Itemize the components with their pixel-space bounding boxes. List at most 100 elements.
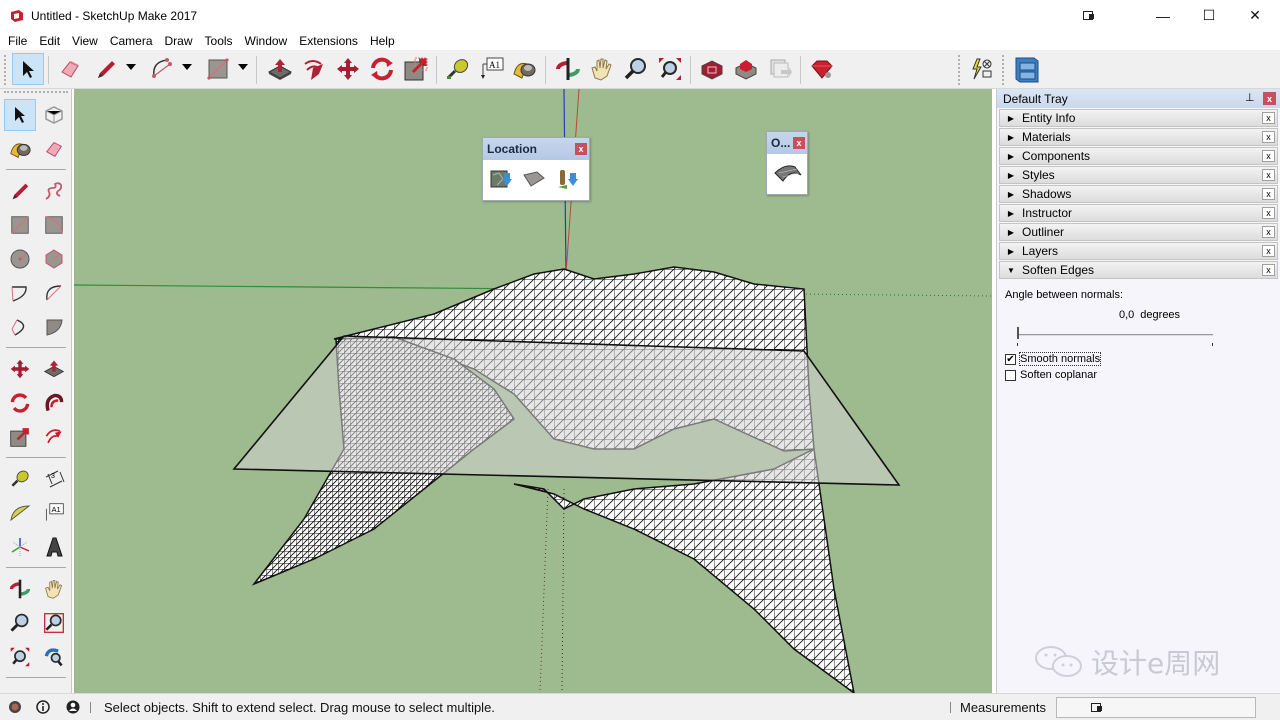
orbit-tool-button[interactable] [552, 53, 584, 85]
eraser-tool-button[interactable] [54, 53, 86, 85]
scale-tool-button[interactable] [400, 53, 432, 85]
tape-measure-tool-button[interactable] [442, 53, 474, 85]
section-close-button[interactable]: x [1262, 131, 1275, 143]
minimize-button[interactable]: — [1140, 0, 1186, 31]
smooth-normals-checkbox[interactable]: ✔ [1005, 353, 1016, 365]
angle-slider[interactable] [1017, 327, 1217, 349]
two-point-arc-button[interactable] [38, 277, 70, 309]
line-button[interactable] [4, 175, 36, 207]
orbit-button[interactable] [4, 573, 36, 605]
rectangle-tool-button[interactable] [202, 53, 234, 85]
previous-view-button[interactable] [38, 641, 70, 673]
text-tool-button[interactable]: A1 [476, 53, 508, 85]
tray-header[interactable]: Default Tray ⊥ x [997, 89, 1280, 108]
tray-section-styles[interactable]: ▶ Styles x [999, 166, 1278, 184]
menu-extensions[interactable]: Extensions [293, 34, 364, 48]
section-close-button[interactable]: x [1262, 112, 1275, 124]
tray-section-entity-info[interactable]: ▶ Entity Info x [999, 109, 1278, 127]
paint-bucket-button[interactable] [4, 133, 36, 165]
menu-help[interactable]: Help [364, 34, 401, 48]
toggle-terrain-button[interactable] [521, 167, 547, 194]
arc-tool-button[interactable] [146, 53, 178, 85]
location-toolbar-title[interactable]: Location [483, 138, 589, 160]
section-close-button[interactable]: x [1262, 226, 1275, 238]
close-window-button[interactable]: ✕ [1232, 0, 1278, 31]
section-close-button[interactable]: x [1262, 264, 1275, 276]
freehand-button[interactable] [38, 175, 70, 207]
tray-section-instructor[interactable]: ▶ Instructor x [999, 204, 1278, 222]
dimension-button[interactable]: 3 [38, 463, 70, 495]
section-close-button[interactable]: x [1262, 207, 1275, 219]
follow-me-button[interactable] [38, 387, 70, 419]
push-pull-tool-button[interactable] [264, 53, 296, 85]
rotated-rectangle-button[interactable] [38, 209, 70, 241]
pan-button[interactable] [38, 573, 70, 605]
tray-section-layers[interactable]: ▶ Layers x [999, 242, 1278, 260]
soften-coplanar-option[interactable]: Soften coplanar [1005, 367, 1272, 383]
rectangle-dropdown-icon[interactable] [238, 64, 248, 70]
three-point-arc-button[interactable] [4, 311, 36, 343]
sign-in-status-button[interactable] [64, 698, 82, 716]
pie-button[interactable] [38, 311, 70, 343]
tray-section-components[interactable]: ▶ Components x [999, 147, 1278, 165]
components-cabinet-button[interactable] [1010, 53, 1042, 85]
zoom-window-button[interactable] [38, 607, 70, 639]
push-pull-button[interactable] [38, 353, 70, 385]
arc-button[interactable] [4, 277, 36, 309]
tray-section-materials[interactable]: ▶ Materials x [999, 128, 1278, 146]
rotate-tool-button[interactable] [366, 53, 398, 85]
zoom-extents-button[interactable] [4, 641, 36, 673]
menu-window[interactable]: Window [239, 34, 294, 48]
tray-section-shadows[interactable]: ▶ Shadows x [999, 185, 1278, 203]
section-close-button[interactable]: x [1262, 245, 1275, 257]
zoom-extents-tool-button[interactable] [654, 53, 686, 85]
tray-section-outliner[interactable]: ▶ Outliner x [999, 223, 1278, 241]
paint-bucket-tool-button[interactable] [508, 53, 540, 85]
o-close-button[interactable]: x [793, 137, 805, 149]
pan-tool-button[interactable] [586, 53, 618, 85]
zoom-button[interactable] [4, 607, 36, 639]
toolbar-grip[interactable] [958, 55, 961, 85]
3d-warehouse-button[interactable] [696, 53, 728, 85]
measurements-input[interactable] [1056, 697, 1256, 718]
follow-me-tool-button[interactable] [298, 53, 330, 85]
ruby-console-button[interactable] [806, 53, 838, 85]
section-close-button[interactable]: x [1262, 188, 1275, 200]
maximize-button[interactable]: ☐ [1186, 0, 1232, 31]
tape-measure-button[interactable] [4, 463, 36, 495]
toolbar-grip[interactable] [4, 91, 68, 94]
tray-section-soften-edges[interactable]: ▼ Soften Edges x [999, 261, 1278, 279]
rectangle-button[interactable] [4, 209, 36, 241]
protractor-button[interactable] [4, 497, 36, 529]
slider-thumb[interactable] [1017, 327, 1019, 339]
send-to-layout-button[interactable] [764, 53, 796, 85]
pin-icon[interactable]: ⊥ [1245, 91, 1255, 104]
menu-tools[interactable]: Tools [199, 34, 239, 48]
pencil-dropdown-icon[interactable] [126, 64, 136, 70]
section-close-button[interactable]: x [1262, 169, 1275, 181]
toolbar-grip[interactable] [1002, 55, 1005, 85]
menu-camera[interactable]: Camera [104, 34, 159, 48]
zoom-tool-button[interactable] [620, 53, 652, 85]
arc-dropdown-icon[interactable] [182, 64, 192, 70]
smoove-button[interactable] [773, 161, 803, 188]
pencil-tool-button[interactable] [90, 53, 122, 85]
circle-button[interactable] [4, 243, 36, 275]
text-button[interactable]: A1 [38, 497, 70, 529]
rotate-button[interactable] [4, 387, 36, 419]
scale-button[interactable] [4, 421, 36, 453]
sandbox-tool-button[interactable] [966, 53, 998, 85]
extension-warehouse-button[interactable] [730, 53, 762, 85]
drawing-viewport[interactable]: Location x O... x [74, 89, 992, 693]
make-component-button[interactable] [38, 99, 70, 131]
axes-button[interactable] [4, 531, 36, 563]
tray-close-button[interactable]: x [1263, 92, 1276, 105]
offset-button[interactable] [38, 421, 70, 453]
menu-file[interactable]: File [2, 34, 33, 48]
move-button[interactable] [4, 353, 36, 385]
photo-textures-button[interactable] [555, 167, 579, 194]
toolbar-grip[interactable] [4, 55, 7, 85]
menu-edit[interactable]: Edit [33, 34, 66, 48]
soften-coplanar-checkbox[interactable] [1005, 369, 1016, 381]
tablet-mode-button[interactable] [1066, 0, 1112, 31]
